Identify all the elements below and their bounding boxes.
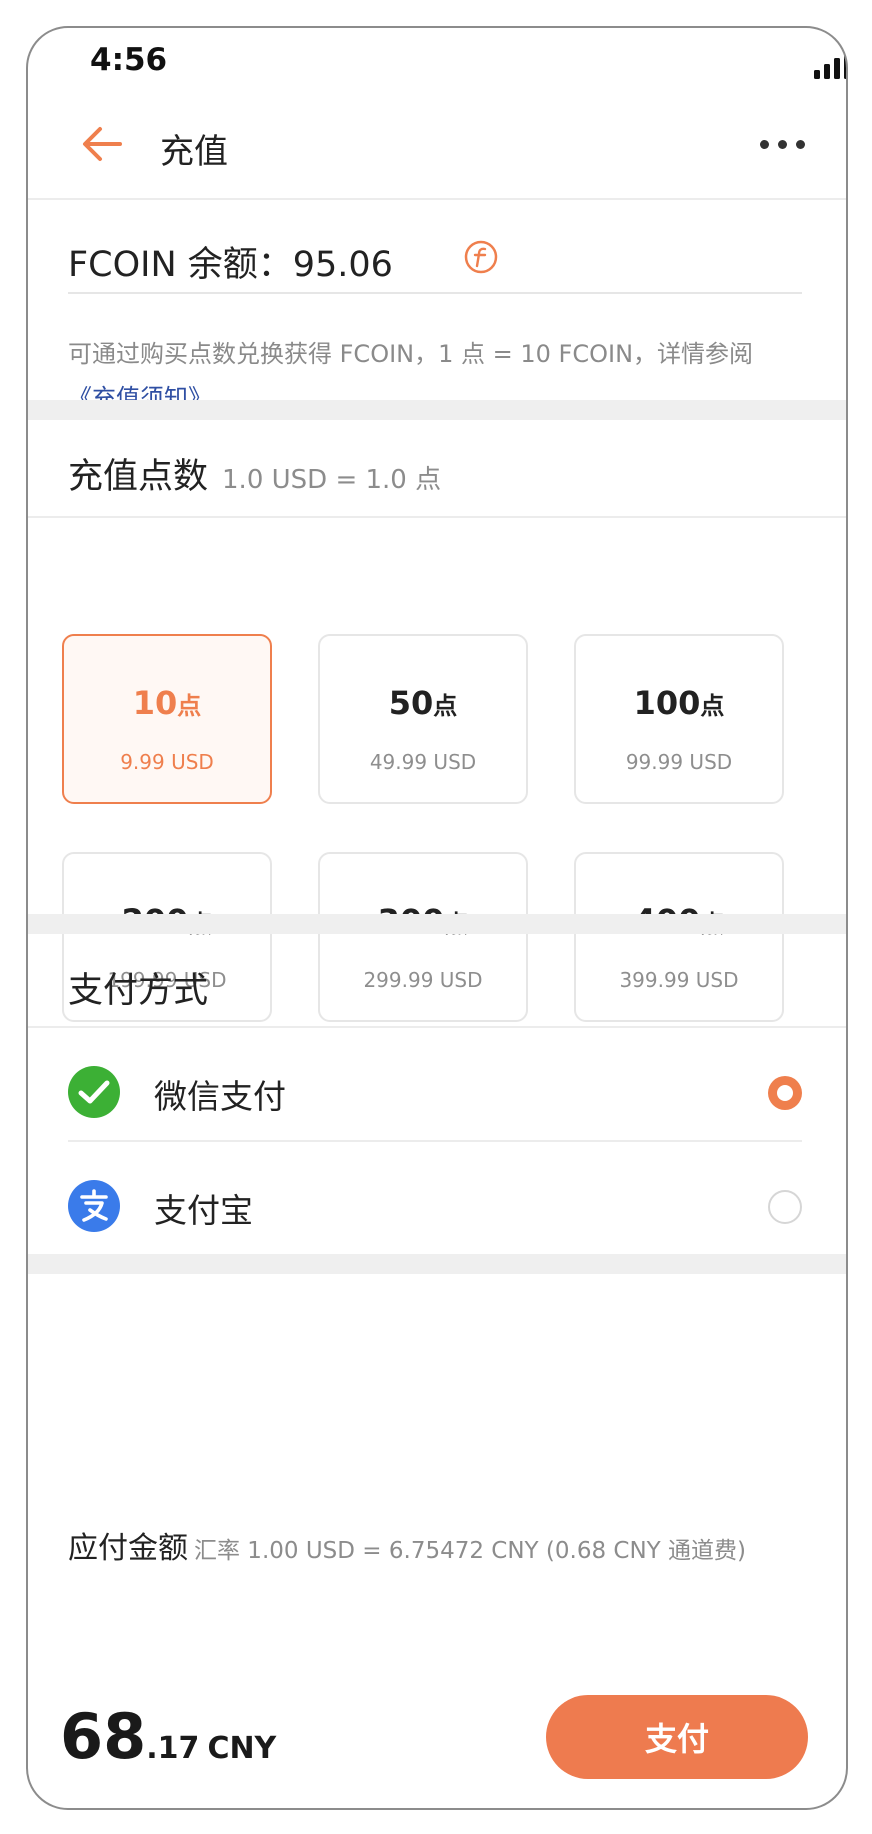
- radio-unselected[interactable]: [768, 1190, 802, 1224]
- balance-label: FCOIN 余额：95.06: [68, 245, 393, 285]
- option-price: 399.99 USD: [619, 968, 739, 992]
- more-options-icon[interactable]: [758, 124, 808, 164]
- section-separator: [28, 400, 846, 420]
- option-price: 49.99 USD: [369, 750, 477, 774]
- total-integer: 68: [60, 1700, 147, 1773]
- balance-row: FCOIN 余额：95.06: [68, 234, 802, 294]
- radio-selected[interactable]: [768, 1076, 802, 1110]
- balance-note-text: 可通过购买点数兑换获得 FCOIN，1 点 = 10 FCOIN，详情参阅: [68, 340, 754, 368]
- pay-method-label: 微信支付: [154, 1077, 286, 1116]
- points-title: 充值点数: [68, 457, 209, 497]
- pay-method-label: 支付宝: [154, 1191, 253, 1230]
- option-amount: 50: [388, 684, 434, 722]
- pay-method-alipay[interactable]: 支付宝: [68, 1142, 802, 1270]
- signal-icon: [814, 52, 846, 79]
- divider: [28, 516, 846, 518]
- pay-method-wechat[interactable]: 微信支付: [68, 1028, 802, 1156]
- status-bar: 4:56: [28, 28, 846, 100]
- nav-bar: 充值: [28, 100, 846, 200]
- page-title: 充值: [160, 132, 228, 172]
- option-unit: 点: [433, 692, 458, 720]
- total-fraction: .17: [146, 1731, 200, 1766]
- status-time: 4:56: [90, 42, 168, 78]
- amount-due-block: 应付金额 汇率 1.00 USD = 6.75472 CNY (0.68 CNY …: [68, 1526, 808, 1576]
- section-separator: [28, 914, 846, 934]
- section-separator: [28, 1254, 846, 1274]
- fcoin-icon: [464, 240, 498, 274]
- total-amount: 68.17 CNY: [60, 1700, 276, 1773]
- points-option-400[interactable]: 400点 399.99 USD: [574, 852, 784, 1022]
- option-price: 299.99 USD: [363, 968, 483, 992]
- option-price: 9.99 USD: [120, 750, 214, 774]
- total-currency: CNY: [207, 1731, 277, 1766]
- exchange-rate-note: 汇率 1.00 USD = 6.75472 CNY (0.68 CNY 通道费): [194, 1538, 747, 1564]
- wechat-pay-icon: [68, 1066, 120, 1118]
- points-rate: 1.0 USD = 1.0 点: [222, 465, 442, 495]
- points-option-50[interactable]: 50点 49.99 USD: [318, 634, 528, 804]
- back-arrow-icon[interactable]: [80, 122, 124, 166]
- option-amount: 10: [132, 684, 178, 722]
- option-amount: 100: [633, 684, 701, 722]
- alipay-icon: [68, 1180, 120, 1232]
- phone-frame: 4:56 充值 FCOIN 余额：95.06 可通过购买点数兑换获得 FCOIN…: [26, 26, 848, 1810]
- amount-due-title: 应付金额: [68, 1531, 188, 1566]
- option-price: 99.99 USD: [625, 750, 733, 774]
- payment-title: 支付方式: [68, 971, 209, 1011]
- points-option-100[interactable]: 100点 99.99 USD: [574, 634, 784, 804]
- points-option-10[interactable]: 10点 9.99 USD: [62, 634, 272, 804]
- option-unit: 点: [177, 692, 202, 720]
- pay-button[interactable]: 支付: [546, 1695, 808, 1779]
- option-unit: 点: [700, 692, 725, 720]
- points-option-300[interactable]: 300点 299.99 USD: [318, 852, 528, 1022]
- points-header: 充值点数 1.0 USD = 1.0 点: [68, 448, 441, 499]
